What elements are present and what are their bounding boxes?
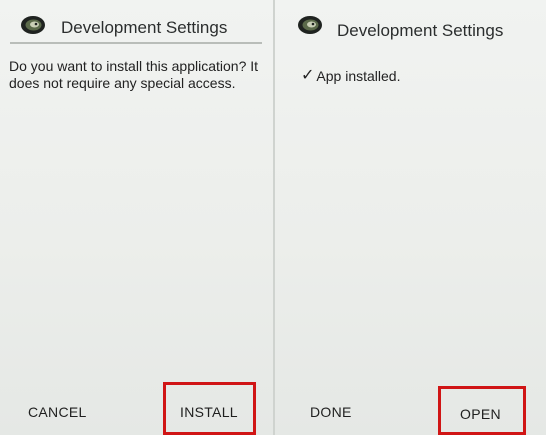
dialog-title: Development Settings xyxy=(61,18,228,37)
install-status-text: App installed. xyxy=(316,68,401,84)
done-button[interactable]: DONE xyxy=(310,404,352,420)
dialog-title: Development Settings xyxy=(337,21,504,40)
screenshot-stage: Development Settings Do you want to inst… xyxy=(0,0,546,435)
cancel-button[interactable]: CANCEL xyxy=(28,404,87,420)
install-highlight-box xyxy=(163,382,256,435)
dialog-header: Development Settings xyxy=(275,6,546,40)
install-message: Do you want to install this application?… xyxy=(9,58,259,91)
install-status: ✓ App installed. xyxy=(301,67,401,85)
checkmark-icon: ✓ xyxy=(301,67,315,84)
install-complete-screen: Development Settings ✓ App installed. DO… xyxy=(275,0,546,435)
chameleon-logo-icon xyxy=(298,16,322,34)
chameleon-logo-icon xyxy=(21,16,45,34)
install-prompt-screen: Development Settings Do you want to inst… xyxy=(0,0,273,435)
open-highlight-box xyxy=(438,386,526,435)
title-divider xyxy=(10,42,262,44)
dialog-header: Development Settings xyxy=(0,6,273,38)
